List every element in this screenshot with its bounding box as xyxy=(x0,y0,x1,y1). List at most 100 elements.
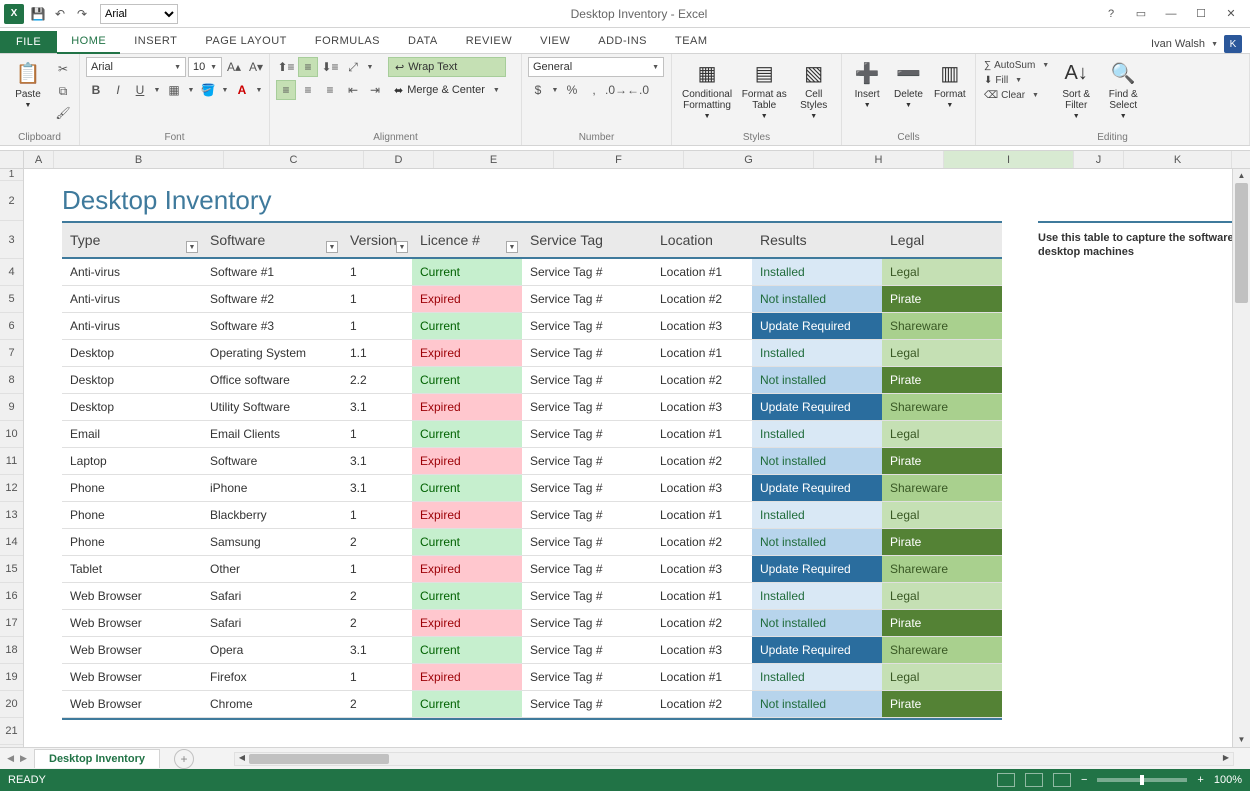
cell-legal[interactable]: Pirate xyxy=(882,448,1002,474)
cell-type[interactable]: Anti-virus xyxy=(62,259,202,285)
cell-licence[interactable]: Current xyxy=(412,529,522,555)
cell-legal[interactable]: Shareware xyxy=(882,394,1002,420)
cell-version[interactable]: 1 xyxy=(342,259,412,285)
font-name-selector[interactable]: Arial▼ xyxy=(86,57,186,77)
cell-location[interactable]: Location #2 xyxy=(652,610,752,636)
cell-type[interactable]: Anti-virus xyxy=(62,313,202,339)
cell-location[interactable]: Location #1 xyxy=(652,259,752,285)
clear-button[interactable]: ⌫Clear▼ xyxy=(982,89,1051,102)
table-header-service-tag[interactable]: Service Tag xyxy=(522,223,652,257)
cell-software[interactable]: Utility Software xyxy=(202,394,342,420)
underline-button[interactable]: U xyxy=(130,80,150,100)
cell-software[interactable]: Safari xyxy=(202,610,342,636)
align-bottom-icon[interactable]: ⬇≡ xyxy=(320,57,340,77)
cell-type[interactable]: Web Browser xyxy=(62,610,202,636)
table-row[interactable]: Anti-virusSoftware #31CurrentService Tag… xyxy=(62,313,1002,340)
row-header-20[interactable]: 20 xyxy=(0,691,23,718)
scroll-left-icon[interactable]: ◀ xyxy=(235,753,249,765)
ribbon-options-icon[interactable]: ▭ xyxy=(1130,5,1152,23)
undo-icon[interactable]: ↶ xyxy=(52,6,68,22)
filter-icon[interactable]: ▼ xyxy=(396,241,408,253)
cell-licence[interactable]: Expired xyxy=(412,340,522,366)
cell-results[interactable]: Not installed xyxy=(752,367,882,393)
hscroll-thumb[interactable] xyxy=(249,754,389,764)
cell-legal[interactable]: Legal xyxy=(882,502,1002,528)
cell-licence[interactable]: Expired xyxy=(412,610,522,636)
cell-tag[interactable]: Service Tag # xyxy=(522,583,652,609)
cell-legal[interactable]: Pirate xyxy=(882,286,1002,312)
table-header-type[interactable]: Type▼ xyxy=(62,223,202,257)
cell-location[interactable]: Location #2 xyxy=(652,691,752,717)
cut-icon[interactable]: ✂ xyxy=(53,59,73,79)
filter-icon[interactable]: ▼ xyxy=(326,241,338,253)
cell-type[interactable]: Desktop xyxy=(62,394,202,420)
cell-software[interactable]: Safari xyxy=(202,583,342,609)
fill-dropdown-icon[interactable]: ▼ xyxy=(220,80,230,100)
cell-version[interactable]: 1 xyxy=(342,313,412,339)
select-all-corner[interactable] xyxy=(0,151,24,168)
cell-legal[interactable]: Shareware xyxy=(882,556,1002,582)
col-header-K[interactable]: K xyxy=(1124,151,1232,168)
cell-software[interactable]: Software #1 xyxy=(202,259,342,285)
cell-tag[interactable]: Service Tag # xyxy=(522,556,652,582)
conditional-formatting-button[interactable]: ▦Conditional Formatting▼ xyxy=(678,57,736,120)
cell-version[interactable]: 1 xyxy=(342,286,412,312)
cell-results[interactable]: Installed xyxy=(752,340,882,366)
cell-software[interactable]: Email Clients xyxy=(202,421,342,447)
cell-legal[interactable]: Legal xyxy=(882,664,1002,690)
vertical-scrollbar[interactable]: ▲ ▼ xyxy=(1232,169,1250,747)
horizontal-scrollbar[interactable]: ◀ ▶ xyxy=(234,752,1234,766)
cell-type[interactable]: Desktop xyxy=(62,340,202,366)
scroll-up-icon[interactable]: ▲ xyxy=(1233,169,1250,183)
cell-legal[interactable]: Pirate xyxy=(882,610,1002,636)
increase-font-icon[interactable]: A▴ xyxy=(224,57,244,77)
row-header-21[interactable]: 21 xyxy=(0,718,23,745)
cell-results[interactable]: Installed xyxy=(752,421,882,447)
row-header-9[interactable]: 9 xyxy=(0,394,23,421)
cell-legal[interactable]: Shareware xyxy=(882,313,1002,339)
cell-legal[interactable]: Legal xyxy=(882,583,1002,609)
cell-version[interactable]: 1 xyxy=(342,502,412,528)
row-header-2[interactable]: 2 xyxy=(0,181,23,221)
row-header-6[interactable]: 6 xyxy=(0,313,23,340)
table-header-results[interactable]: Results xyxy=(752,223,882,257)
cell-type[interactable]: Phone xyxy=(62,502,202,528)
cell-licence[interactable]: Expired xyxy=(412,448,522,474)
tab-view[interactable]: VIEW xyxy=(526,30,584,53)
cell-software[interactable]: iPhone xyxy=(202,475,342,501)
cell-licence[interactable]: Current xyxy=(412,259,522,285)
decrease-indent-icon[interactable]: ⇤ xyxy=(343,80,363,100)
row-header-18[interactable]: 18 xyxy=(0,637,23,664)
cell-type[interactable]: Web Browser xyxy=(62,637,202,663)
align-middle-icon[interactable]: ≡ xyxy=(298,57,318,77)
cell-results[interactable]: Update Required xyxy=(752,313,882,339)
minimize-icon[interactable]: — xyxy=(1160,5,1182,23)
wrap-text-button[interactable]: ↩Wrap Text xyxy=(388,57,506,77)
tab-home[interactable]: HOME xyxy=(57,30,120,54)
col-header-C[interactable]: C xyxy=(224,151,364,168)
normal-view-icon[interactable] xyxy=(997,773,1015,787)
delete-button[interactable]: ➖Delete▼ xyxy=(889,57,927,109)
table-row[interactable]: LaptopSoftware3.1ExpiredService Tag #Loc… xyxy=(62,448,1002,475)
cell-legal[interactable]: Legal xyxy=(882,340,1002,366)
row-header-4[interactable]: 4 xyxy=(0,259,23,286)
cell-legal[interactable]: Legal xyxy=(882,259,1002,285)
cell-tag[interactable]: Service Tag # xyxy=(522,394,652,420)
table-row[interactable]: Web BrowserFirefox1ExpiredService Tag #L… xyxy=(62,664,1002,691)
cell-licence[interactable]: Expired xyxy=(412,286,522,312)
cell-tag[interactable]: Service Tag # xyxy=(522,286,652,312)
cell-licence[interactable]: Current xyxy=(412,313,522,339)
cell-location[interactable]: Location #3 xyxy=(652,394,752,420)
help-icon[interactable]: ? xyxy=(1100,5,1122,23)
filter-icon[interactable]: ▼ xyxy=(506,241,518,253)
cell-type[interactable]: Phone xyxy=(62,529,202,555)
comma-icon[interactable]: , xyxy=(584,80,604,100)
cell-software[interactable]: Blackberry xyxy=(202,502,342,528)
col-header-E[interactable]: E xyxy=(434,151,554,168)
align-left-icon[interactable]: ≡ xyxy=(276,80,296,100)
table-row[interactable]: Anti-virusSoftware #21ExpiredService Tag… xyxy=(62,286,1002,313)
format-button[interactable]: ▥Format▼ xyxy=(931,57,969,109)
table-row[interactable]: Web BrowserSafari2CurrentService Tag #Lo… xyxy=(62,583,1002,610)
cell-version[interactable]: 2 xyxy=(342,583,412,609)
sheet-tab-active[interactable]: Desktop Inventory xyxy=(34,749,160,768)
